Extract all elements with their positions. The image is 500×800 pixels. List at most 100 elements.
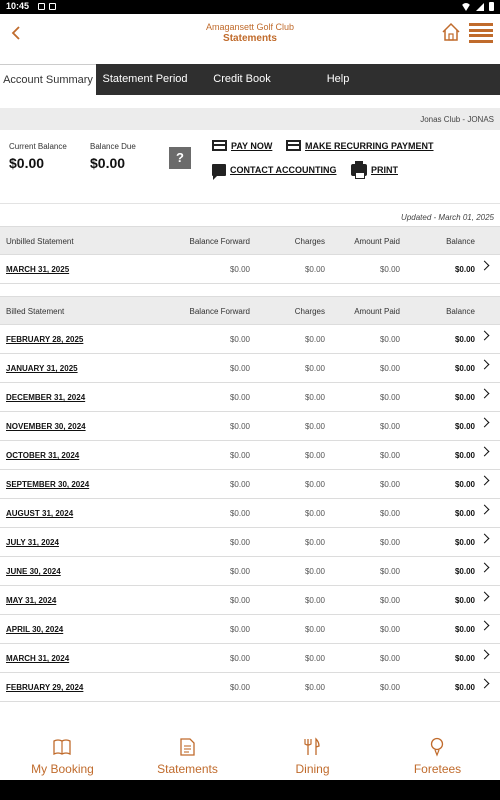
balance-due-label: Balance Due (90, 142, 136, 151)
balance-forward: $0.00 (229, 654, 250, 663)
statement-date[interactable]: JUNE 30, 2024 (6, 567, 61, 576)
nav-label: Dining (295, 762, 330, 776)
wifi-icon (461, 2, 471, 11)
current-balance-value: $0.00 (9, 155, 45, 171)
amount-paid: $0.00 (379, 265, 400, 274)
statement-date[interactable]: DECEMBER 31, 2024 (6, 393, 85, 402)
printer-icon (351, 161, 367, 179)
table-row[interactable]: FEBRUARY 29, 2024 $0.00 $0.00 $0.00 $0.00 (0, 673, 500, 702)
recurring-payment-label: MAKE RECURRING PAYMENT (305, 140, 434, 151)
statement-date[interactable]: APRIL 30, 2024 (6, 625, 63, 634)
statement-date[interactable]: MARCH 31, 2024 (6, 654, 69, 663)
pay-now-button[interactable]: PAY NOW (212, 140, 272, 151)
charges: $0.00 (304, 596, 325, 605)
tab-credit-book[interactable]: Credit Book (194, 64, 290, 95)
golf-ball-icon (430, 737, 444, 757)
statement-date[interactable]: MAY 31, 2024 (6, 596, 56, 605)
charges: $0.00 (304, 625, 325, 634)
statement-date[interactable]: FEBRUARY 29, 2024 (6, 683, 83, 692)
nav-foretees[interactable]: Foretees (375, 730, 500, 780)
nav-dining[interactable]: Dining (250, 730, 375, 780)
pay-now-label: PAY NOW (231, 140, 273, 151)
charges: $0.00 (304, 509, 325, 518)
chevron-right-icon[interactable] (479, 591, 490, 602)
chevron-right-icon[interactable] (479, 678, 490, 689)
contact-accounting-button[interactable]: CONTACT ACCOUNTING (212, 164, 337, 180)
chevron-right-icon[interactable] (479, 504, 490, 515)
chevron-right-icon[interactable] (479, 446, 490, 457)
balance-forward: $0.00 (229, 625, 250, 634)
notification-icon (49, 3, 56, 10)
table-row[interactable]: OCTOBER 31, 2024 $0.00 $0.00 $0.00 $0.00 (0, 441, 500, 470)
amount-paid: $0.00 (379, 480, 400, 489)
chevron-right-icon[interactable] (479, 260, 490, 271)
statement-date[interactable]: JANUARY 31, 2025 (6, 364, 78, 373)
nav-label: My Booking (31, 762, 94, 776)
amount-paid: $0.00 (379, 364, 400, 373)
balance-forward: $0.00 (229, 538, 250, 547)
table-row[interactable]: DECEMBER 31, 2024 $0.00 $0.00 $0.00 $0.00 (0, 383, 500, 412)
tab-statement-period[interactable]: Statement Period (96, 64, 194, 95)
chevron-right-icon[interactable] (479, 620, 490, 631)
divider (0, 203, 500, 204)
chevron-right-icon[interactable] (479, 330, 490, 341)
chevron-right-icon[interactable] (479, 649, 490, 660)
column-header: Amount Paid (354, 307, 400, 316)
club-member-bar: Jonas Club - JONAS (0, 108, 500, 130)
balance-forward: $0.00 (229, 422, 250, 431)
table-row[interactable]: NOVEMBER 30, 2024 $0.00 $0.00 $0.00 $0.00 (0, 412, 500, 441)
balance: $0.00 (454, 625, 475, 634)
statement-date[interactable]: SEPTEMBER 30, 2024 (6, 480, 89, 489)
print-button[interactable]: PRINT (351, 161, 398, 179)
statement-date[interactable]: MARCH 31, 2025 (6, 265, 69, 274)
tab-account-summary[interactable]: Account Summary (0, 64, 96, 95)
charges: $0.00 (304, 265, 325, 274)
chevron-right-icon[interactable] (479, 533, 490, 544)
balance-forward: $0.00 (229, 335, 250, 344)
column-header: Unbilled Statement (6, 237, 74, 246)
table-row[interactable]: MAY 31, 2024 $0.00 $0.00 $0.00 $0.00 (0, 586, 500, 615)
nav-label: Foretees (413, 762, 462, 776)
table-row[interactable]: JULY 31, 2024 $0.00 $0.00 $0.00 $0.00 (0, 528, 500, 557)
amount-paid: $0.00 (379, 567, 400, 576)
nav-statements[interactable]: Statements (125, 730, 250, 780)
amount-paid: $0.00 (379, 538, 400, 547)
home-icon[interactable] (441, 22, 461, 42)
chevron-right-icon[interactable] (479, 417, 490, 428)
app-header: Amagansett Golf Club Statements (0, 14, 500, 64)
help-button[interactable]: ? (169, 147, 191, 169)
tab-help[interactable]: Help (290, 64, 386, 95)
utensils-icon (304, 737, 320, 755)
table-row[interactable]: JANUARY 31, 2025 $0.00 $0.00 $0.00 $0.00 (0, 354, 500, 383)
page-title: Statements (223, 33, 277, 44)
chevron-right-icon[interactable] (479, 359, 490, 370)
statement-date[interactable]: JULY 31, 2024 (6, 538, 59, 547)
charges: $0.00 (304, 364, 325, 373)
column-header: Balance Forward (189, 237, 250, 246)
table-row[interactable]: MARCH 31, 2024 $0.00 $0.00 $0.00 $0.00 (0, 644, 500, 673)
table-row[interactable]: SEPTEMBER 30, 2024 $0.00 $0.00 $0.00 $0.00 (0, 470, 500, 499)
amount-paid: $0.00 (379, 683, 400, 692)
statement-date[interactable]: OCTOBER 31, 2024 (6, 451, 79, 460)
table-row[interactable]: MARCH 31, 2025 $0.00 $0.00 $0.00 $0.00 (0, 255, 500, 284)
charges: $0.00 (304, 683, 325, 692)
table-row[interactable]: APRIL 30, 2024 $0.00 $0.00 $0.00 $0.00 (0, 615, 500, 644)
chevron-right-icon[interactable] (479, 388, 490, 399)
recurring-payment-button[interactable]: MAKE RECURRING PAYMENT (286, 140, 434, 151)
table-row[interactable]: FEBRUARY 28, 2025 $0.00 $0.00 $0.00 $0.00 (0, 325, 500, 354)
table-row[interactable]: AUGUST 31, 2024 $0.00 $0.00 $0.00 $0.00 (0, 499, 500, 528)
column-header: Amount Paid (354, 237, 400, 246)
contact-accounting-label: CONTACT ACCOUNTING (230, 165, 337, 175)
amount-paid: $0.00 (379, 596, 400, 605)
balance-forward: $0.00 (229, 596, 250, 605)
hamburger-menu-icon[interactable] (469, 23, 493, 43)
statement-date[interactable]: FEBRUARY 28, 2025 (6, 335, 83, 344)
table-row[interactable]: JUNE 30, 2024 $0.00 $0.00 $0.00 $0.00 (0, 557, 500, 586)
balance: $0.00 (454, 451, 475, 460)
statement-date[interactable]: NOVEMBER 30, 2024 (6, 422, 86, 431)
chevron-right-icon[interactable] (479, 475, 490, 486)
statement-date[interactable]: AUGUST 31, 2024 (6, 509, 73, 518)
balance-forward: $0.00 (229, 364, 250, 373)
chevron-right-icon[interactable] (479, 562, 490, 573)
nav-my-booking[interactable]: My Booking (0, 730, 125, 780)
